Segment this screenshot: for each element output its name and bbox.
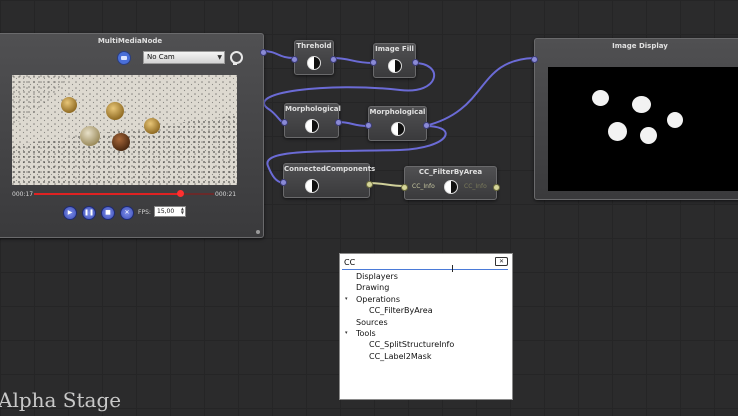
- wire-threshold-imagefill: [331, 57, 374, 64]
- tree-item[interactable]: ▾ Tools: [340, 328, 510, 339]
- play-icon[interactable]: ▶: [63, 206, 77, 220]
- node-title: Morphological: [285, 105, 341, 113]
- pause-icon[interactable]: ❚❚: [82, 206, 96, 220]
- input-port[interactable]: [401, 184, 408, 191]
- chevron-down-icon: ▼: [217, 54, 222, 61]
- input-port[interactable]: [281, 119, 288, 126]
- expand-arrow-icon[interactable]: ▾: [345, 294, 348, 305]
- tree-item-label: Displayers: [356, 272, 398, 281]
- half-circle-toggle-icon[interactable]: [444, 180, 458, 194]
- tree-item[interactable]: Sources: [340, 317, 510, 328]
- playback-timeline[interactable]: [34, 190, 214, 197]
- display-output-image: [548, 67, 738, 191]
- input-port[interactable]: [365, 122, 372, 129]
- connected-components-node[interactable]: ConnectedComponents: [280, 163, 376, 198]
- camera-icon[interactable]: [117, 51, 131, 65]
- tree-item-label: Sources: [356, 317, 388, 327]
- camera-select[interactable]: No Cam ▼: [143, 51, 225, 64]
- wire-connected-filter: [367, 182, 405, 187]
- cc-filter-by-area-node[interactable]: CC_FilterByArea CC_Info CC_Info: [401, 166, 500, 200]
- node-title: Threhold: [296, 42, 332, 50]
- output-port[interactable]: [260, 49, 267, 56]
- camera-select-value: No Cam: [147, 53, 175, 61]
- tree-item[interactable]: CC_Label2Mask: [340, 351, 510, 362]
- output-port[interactable]: [493, 184, 500, 191]
- half-circle-toggle-icon[interactable]: [387, 59, 402, 73]
- node-title: Image Fill: [375, 45, 414, 53]
- wire-morph2-display: [424, 57, 535, 127]
- tree-item[interactable]: CC_FilterByArea: [340, 305, 510, 316]
- bulb-icon[interactable]: [230, 51, 243, 65]
- backspace-icon[interactable]: ✕: [495, 257, 508, 266]
- tree-item-label: CC_Label2Mask: [369, 351, 432, 361]
- node-title: MultiMediaNode: [97, 37, 163, 45]
- tree-item-label: Operations: [356, 294, 400, 304]
- input-port[interactable]: [291, 56, 298, 63]
- tree-item[interactable]: Drawing: [340, 282, 510, 293]
- video-preview: [12, 75, 237, 185]
- time-elapsed: 000:17: [12, 191, 34, 198]
- half-circle-toggle-icon[interactable]: [307, 56, 321, 70]
- fps-label: FPS:: [138, 209, 151, 216]
- watermark: Alpha Stage: [0, 388, 122, 412]
- stop-icon[interactable]: ■: [101, 206, 115, 220]
- tree-item-label: CC_FilterByArea: [369, 306, 433, 316]
- playback-scrubber[interactable]: [176, 190, 184, 197]
- output-port[interactable]: [366, 181, 373, 188]
- node-title: CC_FilterByArea: [418, 168, 483, 176]
- fps-value: 15,00: [157, 208, 175, 215]
- playback-progress: [34, 193, 180, 195]
- input-port[interactable]: [370, 59, 377, 66]
- record-icon[interactable]: ✕: [120, 206, 134, 220]
- node-title: Image Display: [612, 42, 668, 50]
- node-search-popup[interactable]: CC ✕ I Displayers Drawing ▾ Operations CC_Fi…: [339, 253, 513, 400]
- search-query: CC: [344, 258, 356, 267]
- tree-item-label: Drawing: [356, 283, 390, 293]
- half-circle-toggle-icon[interactable]: [390, 122, 405, 136]
- node-title: Morphological: [369, 108, 426, 116]
- output-port[interactable]: [330, 56, 337, 63]
- tree-item-label: CC_SplitStructureInfo: [369, 340, 455, 350]
- expand-arrow-icon[interactable]: ▾: [345, 328, 348, 339]
- input-port[interactable]: [280, 179, 287, 186]
- image-fill-node[interactable]: Image Fill: [370, 43, 419, 78]
- output-port[interactable]: [335, 119, 342, 126]
- node-title: ConnectedComponents: [284, 165, 376, 173]
- spinner-icon[interactable]: ▲ ▼: [181, 207, 184, 215]
- output-port[interactable]: [423, 122, 430, 129]
- time-total: 000:21: [215, 191, 237, 198]
- tree-item[interactable]: CC_SplitStructureInfo: [340, 339, 510, 350]
- output-label: CC_Info: [464, 183, 487, 190]
- fps-input[interactable]: 15,00 ▲ ▼: [154, 206, 186, 217]
- morphological-node-1[interactable]: Morphological: [281, 103, 342, 138]
- image-display-node[interactable]: Image Display: [531, 38, 738, 200]
- node-category-tree[interactable]: Displayers Drawing ▾ Operations CC_FilterByA…: [340, 271, 510, 362]
- search-input[interactable]: CC: [342, 256, 508, 270]
- input-port[interactable]: [531, 56, 538, 63]
- threshold-node[interactable]: Threhold: [291, 40, 337, 75]
- tree-item[interactable]: Displayers: [340, 271, 510, 282]
- morphological-node-2[interactable]: Morphological: [365, 106, 430, 141]
- resize-grip[interactable]: [256, 230, 260, 234]
- input-label: CC_Info: [412, 183, 435, 190]
- multimedia-node[interactable]: MultiMediaNode No Cam ▼ 000:17 000:21 ▶ …: [0, 33, 267, 238]
- half-circle-toggle-icon[interactable]: [305, 179, 319, 193]
- tree-item-label: Tools: [356, 328, 376, 338]
- tree-item[interactable]: ▾ Operations: [340, 294, 510, 305]
- output-port[interactable]: [412, 59, 419, 66]
- half-circle-toggle-icon[interactable]: [304, 119, 319, 133]
